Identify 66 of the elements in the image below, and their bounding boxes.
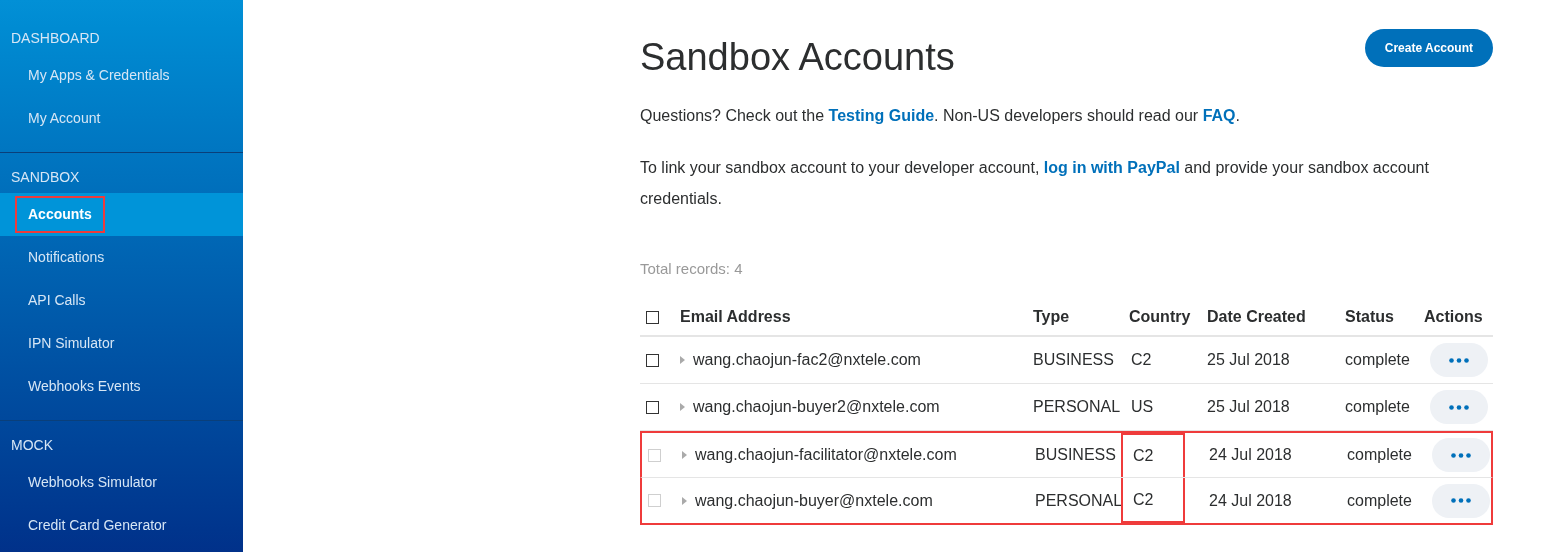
more-button[interactable] [1429, 390, 1488, 424]
nav-item-label: Webhooks Events [27, 377, 142, 396]
checkbox[interactable] [646, 353, 659, 367]
type-cell-text: PERSONAL [1035, 490, 1123, 511]
page-title: Sandbox Accounts [640, 35, 955, 80]
nav-item-label: My Account [27, 109, 102, 128]
nav-item[interactable]: Webhooks Simulator [0, 461, 243, 504]
date-cell-text: 24 Jul 2018 [1209, 490, 1292, 511]
country-cell-text: US [1130, 397, 1155, 417]
status-cell-text: complete [1347, 490, 1412, 511]
date-cell-text: 24 Jul 2018 [1209, 445, 1292, 465]
more-icon [1448, 404, 1469, 410]
text-link[interactable]: FAQ [1202, 107, 1236, 124]
checkbox[interactable] [646, 400, 659, 414]
date-cell-text: 25 Jul 2018 [1207, 350, 1290, 370]
expand-icon[interactable] [680, 356, 685, 364]
email-cell-text: wang.chaojun-fac2@nxtele.com [693, 350, 921, 370]
column-header: Status [1345, 307, 1394, 327]
country-cell-text: C2 [1130, 350, 1153, 370]
email-cell-text: wang.chaojun-facilitator@nxtele.com [695, 445, 957, 465]
create-account-button[interactable]: Create Account [1364, 29, 1493, 67]
nav-item-label: Accounts [15, 196, 105, 233]
total-records: Total records: 4 [640, 259, 744, 279]
text-link[interactable]: Testing Guide [828, 107, 935, 124]
date-cell-text: 25 Jul 2018 [1207, 397, 1290, 417]
email-cell-text: wang.chaojun-buyer@nxtele.com [695, 490, 933, 511]
nav-item[interactable]: My Account [0, 97, 243, 140]
nav-item[interactable]: Notifications [0, 236, 243, 279]
column-header: Email Address [680, 307, 791, 327]
status-cell-text: complete [1347, 445, 1412, 465]
nav-item-label: Webhooks Simulator [27, 473, 158, 492]
column-header: Actions [1424, 307, 1483, 327]
nav-item-label: API Calls [27, 291, 87, 310]
email-cell-text: wang.chaojun-buyer2@nxtele.com [693, 397, 940, 417]
type-cell-text: BUSINESS [1033, 350, 1114, 370]
column-header: Country [1129, 307, 1191, 327]
more-icon [1450, 452, 1471, 458]
nav-item[interactable]: Webhooks Events [0, 365, 243, 408]
nav-item-label: My Apps & Credentials [27, 66, 171, 85]
type-cell-text: PERSONAL [1033, 397, 1121, 417]
nav-item[interactable]: Credit Card Generator [0, 504, 243, 547]
info-text: Questions? Check out the Testing Guide. Non-US developers should read our FAQ. [640, 106, 1241, 126]
section-heading: MOCK [10, 436, 54, 455]
status-cell-text: complete [1345, 397, 1410, 417]
nav-item[interactable]: API Calls [0, 279, 243, 322]
nav-item-label: Credit Card Generator [27, 516, 168, 535]
more-button[interactable] [1429, 343, 1488, 377]
nav-item[interactable]: My Apps & Credentials [0, 54, 243, 97]
type-cell-text: BUSINESS [1035, 445, 1116, 465]
more-icon [1448, 357, 1469, 363]
section-heading: DASHBOARD [10, 29, 101, 48]
column-header: Date Created [1207, 307, 1306, 327]
nav-item[interactable]: IPN Simulator [0, 322, 243, 365]
nav-item-label: IPN Simulator [27, 334, 116, 353]
country-cell: C2 [1121, 478, 1186, 523]
checkbox[interactable] [646, 310, 659, 324]
section-heading: SANDBOX [10, 168, 81, 187]
text-link[interactable]: log in with PayPal [1043, 159, 1180, 176]
info-text: To link your sandbox account to your developer account, log in with PayPal and provide your sandbox account credentials. [640, 158, 1430, 209]
expand-icon[interactable] [680, 403, 685, 411]
nav-item-label: Notifications [27, 248, 106, 267]
column-header: Type [1033, 307, 1070, 327]
status-cell-text: complete [1345, 350, 1410, 370]
country-cell: C2 [1121, 433, 1186, 477]
nav-item[interactable]: Accounts [0, 193, 243, 236]
more-icon [1450, 498, 1471, 503]
